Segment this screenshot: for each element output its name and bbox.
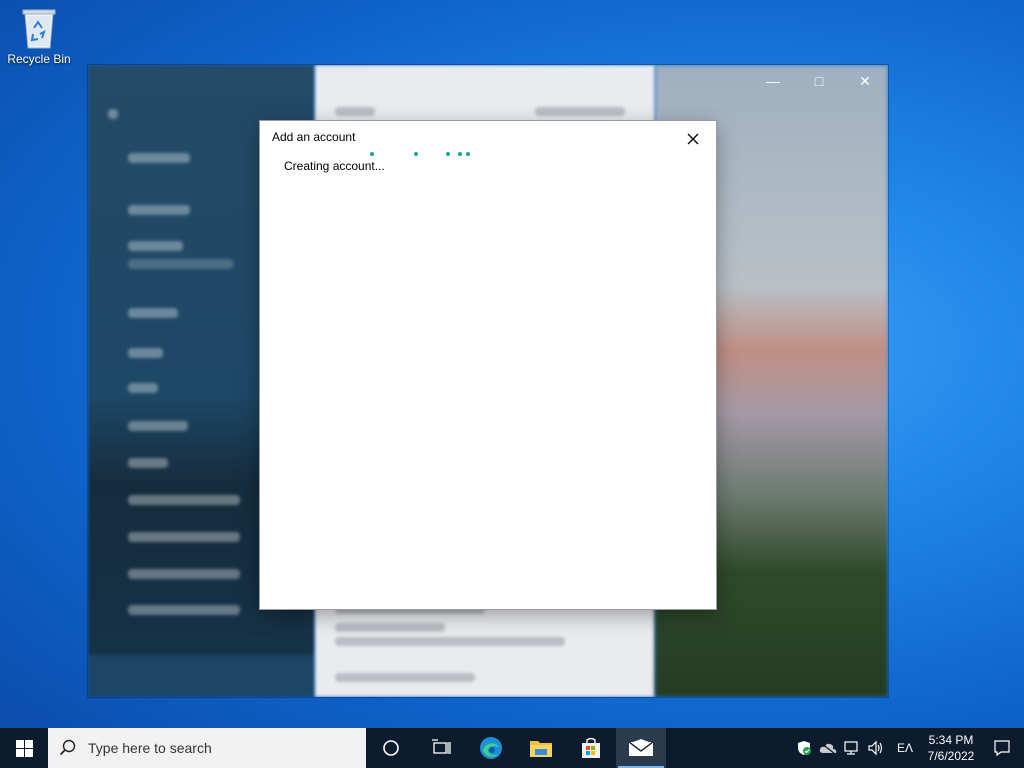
- clock-time: 5:34 PM: [928, 733, 974, 747]
- system-tray: ΕΛ 5:34 PM 7/6/2022: [792, 728, 1024, 768]
- recycle-bin-shortcut[interactable]: Recycle Bin: [4, 6, 74, 66]
- cortana-icon[interactable]: [366, 728, 416, 768]
- mail-icon[interactable]: [616, 728, 666, 768]
- dialog-title: Add an account: [272, 130, 356, 144]
- progress-dot: [458, 152, 462, 156]
- close-window-icon[interactable]: ✕: [842, 65, 888, 97]
- maximize-icon[interactable]: □: [796, 65, 842, 97]
- edge-icon[interactable]: [466, 728, 516, 768]
- task-view-icon[interactable]: [416, 728, 466, 768]
- taskbar: Type here to search ΕΛ 5:34 PM 7/6/2022: [0, 728, 1024, 768]
- window-caption-buttons: — □ ✕: [750, 65, 888, 97]
- progress-dot: [414, 152, 418, 156]
- notification-icon[interactable]: [980, 728, 1024, 768]
- minimize-icon[interactable]: —: [750, 65, 796, 97]
- add-account-dialog: Add an account Creating account...: [260, 121, 716, 609]
- progress-indicator: [370, 152, 480, 158]
- network-icon[interactable]: [840, 728, 864, 768]
- windows-start-icon[interactable]: [0, 728, 48, 768]
- search-icon: [48, 739, 88, 757]
- store-icon[interactable]: [566, 728, 616, 768]
- search-input[interactable]: Type here to search: [48, 728, 366, 768]
- search-placeholder: Type here to search: [88, 740, 212, 756]
- volume-icon[interactable]: [864, 728, 888, 768]
- language-indicator[interactable]: ΕΛ: [888, 741, 922, 755]
- progress-dot: [370, 152, 374, 156]
- progress-dot: [466, 152, 470, 156]
- recycle-bin-label: Recycle Bin: [7, 52, 71, 66]
- progress-dot: [446, 152, 450, 156]
- file-explorer-icon[interactable]: [516, 728, 566, 768]
- close-icon[interactable]: [682, 128, 704, 150]
- clock[interactable]: 5:34 PM 7/6/2022: [922, 732, 980, 764]
- security-icon[interactable]: [792, 728, 816, 768]
- status-text: Creating account...: [284, 159, 385, 173]
- recycle-bin-icon: [19, 6, 59, 50]
- onedrive-icon[interactable]: [816, 728, 840, 768]
- clock-date: 7/6/2022: [927, 749, 975, 763]
